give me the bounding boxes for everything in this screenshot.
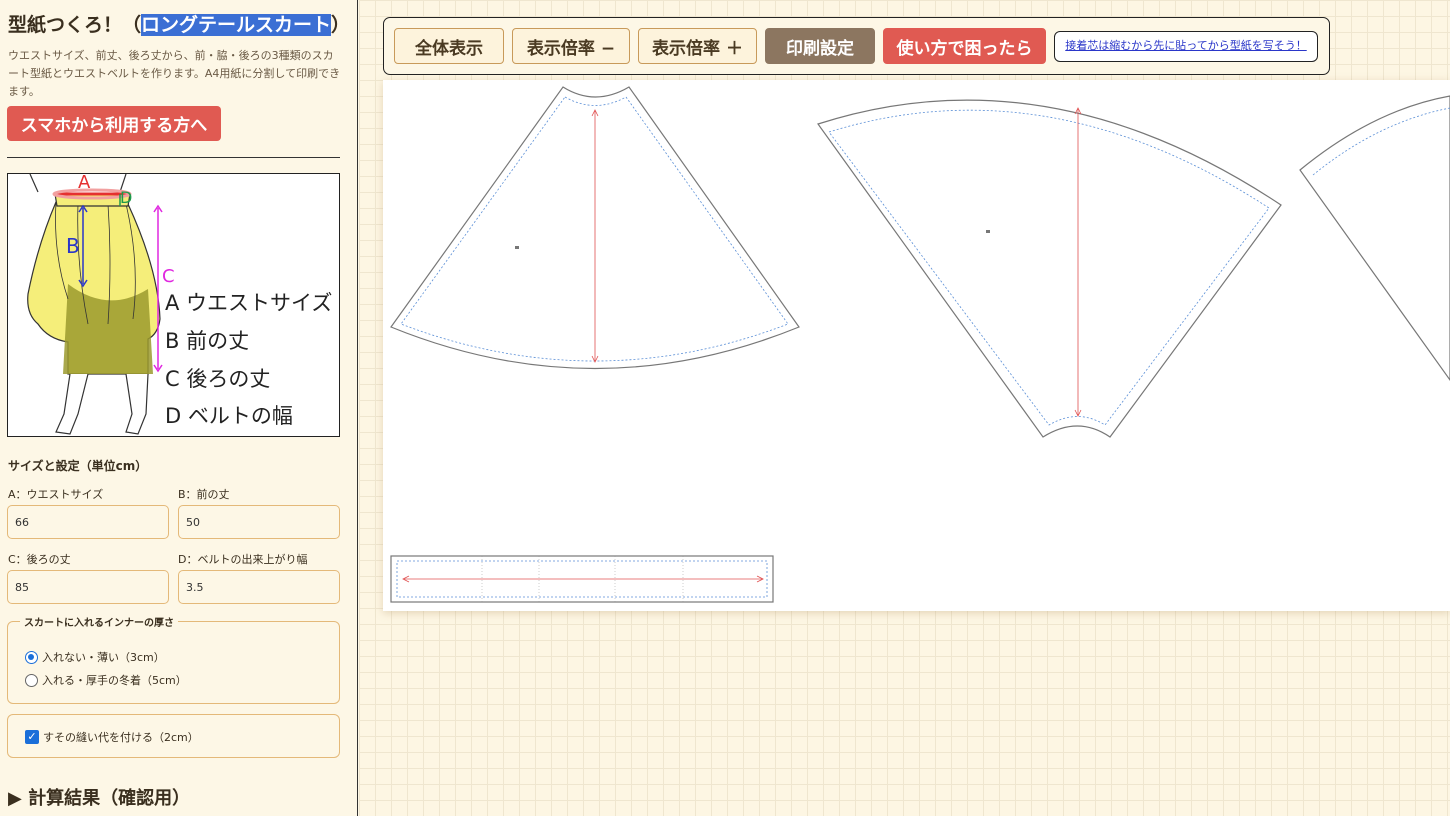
title-prefix: 型紙つくろ！（	[8, 14, 142, 36]
help-button[interactable]: 使い方で困ったら	[883, 28, 1046, 64]
sidebar: 型紙つくろ！（ロングテールスカート） ウエストサイズ、前丈、後ろ丈から、前・脇・…	[0, 0, 358, 816]
radio-thin[interactable]	[25, 650, 38, 664]
inner-option-thin[interactable]: 入れない・薄い（3cm）	[25, 649, 165, 665]
settings-title: サイズと設定（単位cm）	[8, 459, 148, 473]
waist-label: A：ウエストサイズ	[8, 488, 104, 501]
pattern-workspace: 全体表示 表示倍率 − 表示倍率 ＋ 印刷設定 使い方で困ったら 接着芯は縮むか…	[359, 0, 1450, 816]
zoom-in-button[interactable]: 表示倍率 ＋	[638, 28, 757, 64]
mark-c: C	[162, 266, 175, 287]
zoom-out-button[interactable]: 表示倍率 −	[512, 28, 630, 64]
skirt-illustration: A D B C A ウエストサイズ B 前の丈 C 後ろの丈 D ベルトの幅	[7, 173, 340, 437]
inner-option-thick-label: 入れる・厚手の冬着（5cm）	[42, 674, 187, 687]
inner-thickness-legend: スカートに入れるインナーの厚さ	[20, 614, 178, 629]
side-skirt-piece	[817, 99, 1282, 438]
hem-allowance-label: すその縫い代を付ける（2cm）	[43, 731, 199, 744]
legend-front-length: B 前の丈	[165, 329, 250, 353]
pattern-canvas[interactable]	[383, 80, 1450, 611]
title-suffix: ）	[331, 14, 351, 36]
legend-belt-width: D ベルトの幅	[165, 404, 293, 428]
radio-thick[interactable]	[25, 673, 38, 687]
toolbar: 全体表示 表示倍率 − 表示倍率 ＋ 印刷設定 使い方で困ったら 接着芯は縮むか…	[383, 17, 1330, 75]
waistband-piece	[390, 555, 774, 603]
legend-back-length: C 後ろの丈	[165, 367, 271, 391]
legend-waist: A ウエストサイズ	[165, 291, 333, 315]
app-description: ウエストサイズ、前丈、後ろ丈から、前・脇・後ろの3種類のスカート型紙とウエストベ…	[8, 49, 341, 98]
back-length-label: C：後ろの丈	[8, 553, 71, 566]
print-settings-button[interactable]: 印刷設定	[765, 28, 875, 64]
title-selected-text: ロングテールスカート	[141, 14, 332, 36]
results-toggle[interactable]: ▶ 計算結果（確認用）	[8, 784, 190, 810]
page-title: 型紙つくろ！（ロングテールスカート）	[8, 10, 350, 37]
mark-a: A	[78, 173, 91, 193]
hem-allowance-group: ✓ すその縫い代を付ける（2cm）	[7, 714, 340, 758]
divider	[7, 157, 340, 158]
interfacing-tip-link[interactable]: 接着芯は縮むから先に貼ってから型紙を写そう！	[1054, 31, 1318, 62]
mark-d: D	[120, 188, 133, 207]
belt-width-input[interactable]	[178, 570, 340, 604]
inner-thickness-group: スカートに入れるインナーの厚さ 入れない・薄い（3cm） 入れる・厚手の冬着（5…	[7, 614, 340, 704]
belt-width-label: D：ベルトの出来上がり幅	[178, 553, 308, 566]
inner-option-thin-label: 入れない・薄い（3cm）	[42, 651, 165, 664]
back-skirt-piece	[1299, 95, 1450, 382]
front-length-input[interactable]	[178, 505, 340, 539]
fit-view-button[interactable]: 全体表示	[394, 28, 504, 64]
smartphone-guide-button[interactable]: スマホから利用する方へ	[7, 106, 221, 141]
front-skirt-piece	[390, 86, 800, 370]
front-length-label: B：前の丈	[178, 488, 230, 501]
hem-allowance-option[interactable]: ✓ すその縫い代を付ける（2cm）	[25, 729, 199, 745]
hem-allowance-checkbox[interactable]: ✓	[25, 730, 39, 744]
waist-input[interactable]	[7, 505, 169, 539]
back-length-input[interactable]	[7, 570, 169, 604]
mark-b: B	[66, 234, 80, 258]
pattern-pieces	[390, 86, 1450, 603]
inner-option-thick[interactable]: 入れる・厚手の冬着（5cm）	[25, 672, 187, 688]
